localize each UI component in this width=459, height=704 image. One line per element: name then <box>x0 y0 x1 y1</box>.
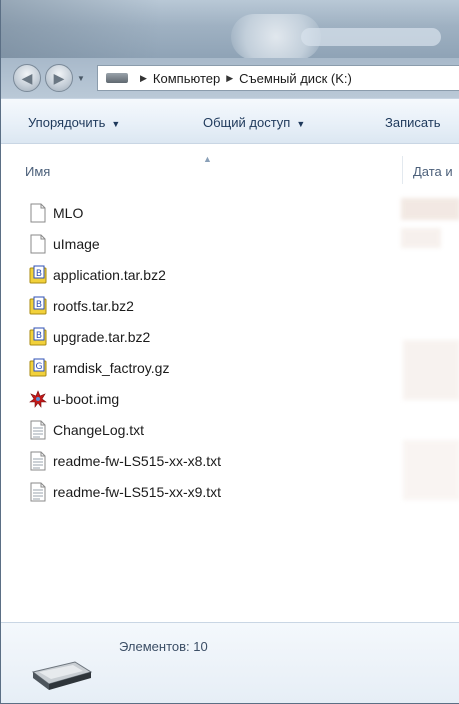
forward-arrow-icon: ▶ <box>53 69 65 86</box>
blank-file-icon <box>29 203 47 223</box>
svg-text:G: G <box>36 362 43 372</box>
date-cell-blurred <box>401 228 441 248</box>
file-name: MLO <box>53 205 84 221</box>
address-bar[interactable]: ▶ Компьютер ▶ Съемный диск (K:) <box>97 65 459 91</box>
breadcrumb-chevron-icon[interactable]: ▶ <box>226 73 233 84</box>
date-cell-blurred <box>401 198 459 220</box>
list-item[interactable]: u-boot.img <box>29 386 119 412</box>
burn-button[interactable]: Записать <box>385 115 441 130</box>
title-glass-blur <box>1 0 161 58</box>
sort-ascending-icon: ▲ <box>203 154 212 164</box>
list-item[interactable]: B application.tar.bz2 <box>29 262 166 288</box>
svg-text:B: B <box>36 300 42 310</box>
list-item[interactable]: ChangeLog.txt <box>29 417 144 443</box>
file-name: u-boot.img <box>53 391 120 407</box>
file-name: ChangeLog.txt <box>53 422 145 438</box>
share-label: Общий доступ <box>203 115 291 130</box>
text-file-icon <box>29 420 47 440</box>
burn-label: Записать <box>385 115 441 130</box>
file-name: readme-fw-LS515-xx-x9.txt <box>53 484 222 500</box>
svg-text:B: B <box>36 331 42 341</box>
back-button[interactable]: ◀ <box>13 64 41 92</box>
file-name: readme-fw-LS515-xx-x8.txt <box>53 453 222 469</box>
date-cell-blurred <box>403 440 459 500</box>
archive-b-icon: B <box>29 265 47 285</box>
breadcrumb-computer[interactable]: Компьютер <box>153 71 220 86</box>
archive-b-icon: B <box>29 327 47 347</box>
date-cell-blurred <box>403 340 459 400</box>
chevron-down-icon: ▼ <box>296 119 306 129</box>
list-item[interactable]: B rootfs.tar.bz2 <box>29 293 134 319</box>
command-bar: Упорядочить ▼ Общий доступ ▼ Записать <box>1 98 459 144</box>
organize-button[interactable]: Упорядочить ▼ <box>28 115 120 130</box>
file-name: rootfs.tar.bz2 <box>53 298 134 314</box>
list-item[interactable]: B upgrade.tar.bz2 <box>29 324 150 350</box>
list-item[interactable]: MLO <box>29 200 83 226</box>
back-arrow-icon: ◀ <box>21 69 33 86</box>
column-date-header[interactable]: Дата и <box>413 164 453 179</box>
list-item[interactable]: G ramdisk_factroy.gz <box>29 355 169 381</box>
archive-b-icon: B <box>29 296 47 316</box>
file-name: ramdisk_factroy.gz <box>53 360 170 376</box>
text-file-icon <box>29 482 47 502</box>
forward-button[interactable]: ▶ <box>45 64 73 92</box>
share-button[interactable]: Общий доступ ▼ <box>203 115 305 130</box>
breadcrumb-chevron-icon[interactable]: ▶ <box>140 73 147 84</box>
column-name-header[interactable]: Имя <box>25 164 50 179</box>
removable-drive-icon <box>31 661 93 690</box>
recent-pages-dropdown-icon[interactable]: ▼ <box>77 74 87 84</box>
disk-image-icon <box>29 389 47 409</box>
item-count: Элементов: 10 <box>119 639 208 654</box>
column-header: Имя ▲ Дата и <box>1 152 459 188</box>
list-item[interactable]: readme-fw-LS515-xx-x8.txt <box>29 448 221 474</box>
text-file-icon <box>29 451 47 471</box>
blank-file-icon <box>29 234 47 254</box>
title-bar[interactable] <box>1 0 459 58</box>
organize-label: Упорядочить <box>28 115 106 130</box>
navigation-bar: ◀ ▶ ▼ ▶ Компьютер ▶ Съемный диск (K:) <box>1 58 459 98</box>
list-item[interactable]: uImage <box>29 231 100 257</box>
chevron-down-icon: ▼ <box>111 119 121 129</box>
file-name: application.tar.bz2 <box>53 267 166 283</box>
file-name: uImage <box>53 236 100 252</box>
column-divider[interactable] <box>402 156 403 184</box>
explorer-window: ◀ ▶ ▼ ▶ Компьютер ▶ Съемный диск (K:) Уп… <box>0 0 459 704</box>
list-item[interactable]: readme-fw-LS515-xx-x9.txt <box>29 479 221 505</box>
svg-text:B: B <box>36 269 42 279</box>
title-glass-blur <box>301 28 441 46</box>
drive-icon <box>106 73 128 83</box>
archive-g-icon: G <box>29 358 47 378</box>
file-name: upgrade.tar.bz2 <box>53 329 151 345</box>
breadcrumb-removable-disk[interactable]: Съемный диск (K:) <box>239 71 352 86</box>
details-pane: Элементов: 10 <box>1 622 459 703</box>
